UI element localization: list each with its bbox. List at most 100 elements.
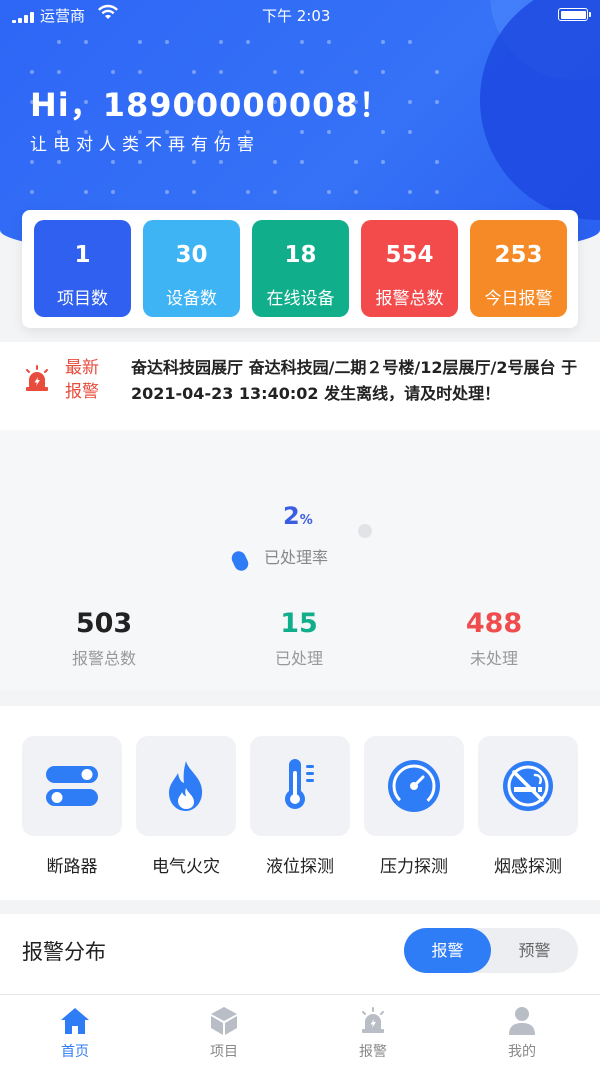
decor-dot xyxy=(138,160,142,164)
segment-alarm[interactable]: 报警 xyxy=(404,928,491,973)
slogan-text: 让电对人类不再有伤害 xyxy=(30,135,260,155)
category-electrical-fire[interactable]: 电气火灾 xyxy=(136,736,236,877)
summary-handled-label: 已处理 xyxy=(274,649,323,668)
category-label: 液位探测 xyxy=(266,857,334,877)
summary-total-value: 503 xyxy=(75,608,133,639)
decor-dot xyxy=(57,70,61,74)
stat-label: 设备数 xyxy=(166,289,217,309)
decor-dot xyxy=(327,190,331,194)
tab-profile[interactable]: 我的 xyxy=(482,1005,562,1061)
decor-dot xyxy=(435,160,439,164)
battery-icon xyxy=(558,8,591,21)
category-smoke[interactable]: 烟感探测 xyxy=(478,736,578,877)
category-liquid-level[interactable]: 液位探测 xyxy=(250,736,350,877)
summary-unhandled: 488 未处理 xyxy=(394,608,594,669)
decor-dot xyxy=(381,70,385,74)
decor-dot xyxy=(381,160,385,164)
decor-dot xyxy=(30,190,34,194)
category-pressure[interactable]: 压力探测 xyxy=(364,736,464,877)
stat-tile-devices[interactable]: 30 设备数 xyxy=(143,220,240,317)
decor-dot xyxy=(165,40,169,44)
decor-dot xyxy=(435,190,439,194)
category-label: 烟感探测 xyxy=(494,857,562,877)
decor-dot xyxy=(408,100,412,104)
signal-icon xyxy=(12,9,36,27)
summary-unhandled-value: 488 xyxy=(465,608,523,639)
decor-dot xyxy=(192,160,196,164)
decor-dot xyxy=(192,190,196,194)
stat-tile-total-alarms[interactable]: 554 报警总数 xyxy=(361,220,458,317)
decor-dot xyxy=(192,70,196,74)
fire-icon xyxy=(169,761,203,811)
home-icon xyxy=(61,1008,89,1034)
category-circuit-breaker[interactable]: 断路器 xyxy=(22,736,122,877)
tab-label: 项目 xyxy=(210,1044,238,1060)
distribution-segmented-control: 报警 预警 xyxy=(404,928,578,973)
tab-projects[interactable]: 项目 xyxy=(184,1005,264,1061)
tab-label: 首页 xyxy=(61,1044,89,1060)
decor-dot xyxy=(84,190,88,194)
decor-dot xyxy=(300,70,304,74)
stats-card: 1 项目数 30 设备数 18 在线设备 554 报警总数 253 今日报警 xyxy=(22,210,578,328)
segment-warning[interactable]: 预警 xyxy=(491,928,578,973)
decor-dot xyxy=(381,40,385,44)
processing-rate-value: 2% xyxy=(283,502,313,530)
decor-dot xyxy=(246,40,250,44)
decor-dot xyxy=(30,160,34,164)
decor-dot xyxy=(219,40,223,44)
decor-dot xyxy=(273,160,277,164)
decor-dot xyxy=(111,70,115,74)
stat-tile-online-devices[interactable]: 18 在线设备 xyxy=(252,220,349,317)
decor-dot xyxy=(219,70,223,74)
decor-dot xyxy=(354,70,358,74)
status-bar: 运营商 下午 2:03 xyxy=(0,0,600,30)
processing-rate-section: 2% 已处理率 503 报警总数 15 已处理 488 未处理 xyxy=(0,430,600,690)
decor-dot xyxy=(408,130,412,134)
tab-label: 报警 xyxy=(359,1044,387,1060)
category-label: 电气火灾 xyxy=(152,857,220,877)
decor-dot xyxy=(273,70,277,74)
decor-dot xyxy=(381,130,385,134)
stat-tile-projects[interactable]: 1 项目数 xyxy=(34,220,131,317)
stat-value: 253 xyxy=(494,242,543,268)
latest-alert-tag: 最新报警 xyxy=(65,358,99,402)
decor-dot xyxy=(408,190,412,194)
stat-value: 1 xyxy=(74,242,91,268)
category-icon-box xyxy=(22,736,122,836)
stat-value: 554 xyxy=(385,242,434,268)
rate-unit: % xyxy=(299,513,313,528)
wifi-icon xyxy=(97,4,119,24)
decor-dot xyxy=(111,190,115,194)
summary-handled-value: 15 xyxy=(280,608,318,639)
tab-label: 我的 xyxy=(508,1044,536,1060)
clock-label: 下午 2:03 xyxy=(262,7,331,25)
carrier-label: 运营商 xyxy=(40,7,86,25)
user-icon xyxy=(509,1007,535,1035)
bottom-tab-bar: 首页 项目 报警 我的 xyxy=(0,994,600,1068)
tab-alarms[interactable]: 报警 xyxy=(333,1005,413,1061)
category-icon-box xyxy=(364,736,464,836)
decor-dot xyxy=(354,160,358,164)
category-icon-box xyxy=(478,736,578,836)
stat-tile-today-alarms[interactable]: 253 今日报警 xyxy=(470,220,567,317)
decor-dot xyxy=(138,40,142,44)
alarm-siren-icon xyxy=(22,364,52,398)
progress-ring-end-dot xyxy=(358,524,372,538)
decor-dot xyxy=(273,190,277,194)
decor-dot xyxy=(84,40,88,44)
decor-dot xyxy=(57,160,61,164)
decor-dot xyxy=(165,190,169,194)
progress-ring-indicator xyxy=(229,548,251,574)
tab-home[interactable]: 首页 xyxy=(35,1005,115,1061)
device-category-grid: 断路器 电气火灾 液位探测 压力探测 烟感探测 xyxy=(0,706,600,900)
summary-unhandled-label: 未处理 xyxy=(469,649,518,668)
stat-label: 报警总数 xyxy=(375,289,444,309)
alarm-distribution-header: 报警分布 报警 预警 xyxy=(0,914,600,994)
stat-label: 项目数 xyxy=(57,289,108,309)
decor-dot xyxy=(111,160,115,164)
switch-toggle-icon xyxy=(46,766,98,806)
decor-dot xyxy=(246,190,250,194)
category-icon-box xyxy=(250,736,350,836)
decor-dot xyxy=(300,160,304,164)
latest-alert-row[interactable]: 最新报警 奋达科技园展厅 奋达科技园/二期２号楼/12层展厅/2号展台 于 20… xyxy=(0,342,600,430)
